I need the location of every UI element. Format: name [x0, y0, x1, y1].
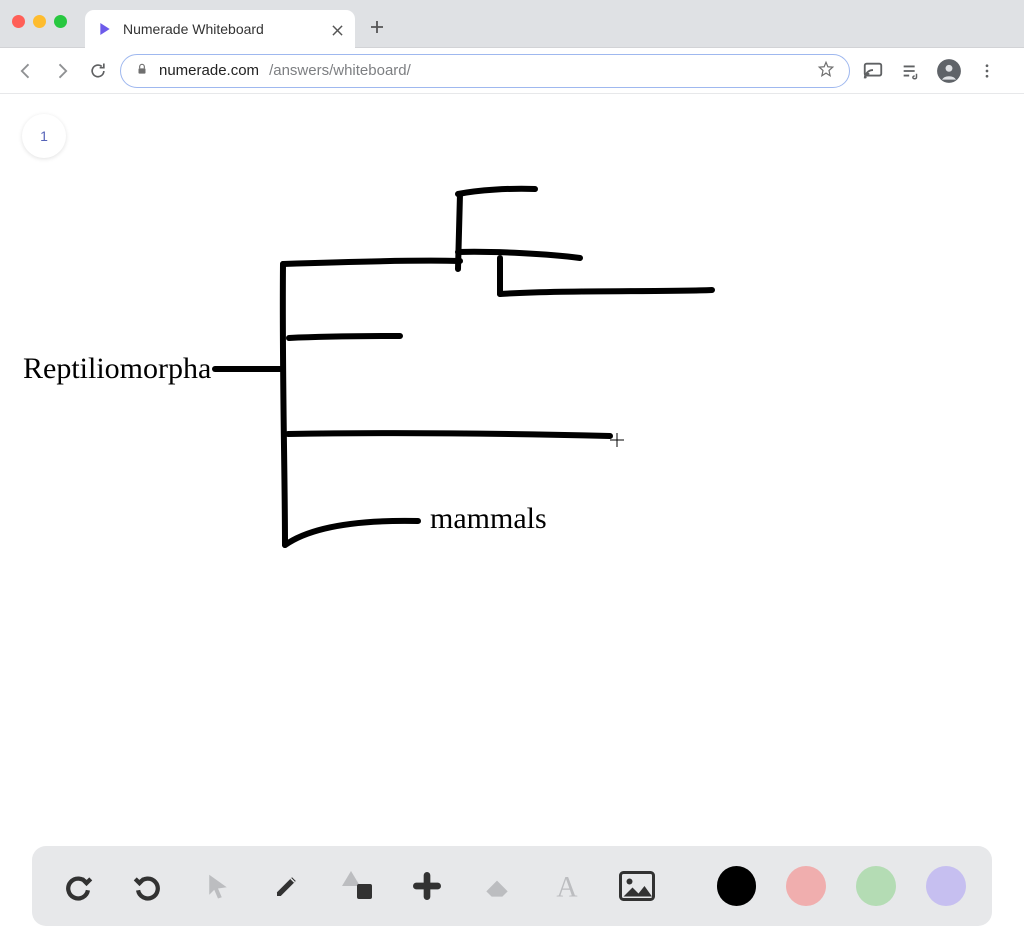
cast-icon[interactable] — [858, 56, 888, 86]
traffic-lights — [12, 15, 67, 28]
profile-avatar[interactable] — [934, 56, 964, 86]
browser-tab[interactable]: Numerade Whiteboard — [85, 10, 355, 48]
whiteboard-canvas[interactable]: 1 Reptiliomorpha m — [0, 94, 1024, 940]
kebab-menu-icon[interactable] — [972, 56, 1002, 86]
lock-icon — [135, 62, 149, 80]
address-bar[interactable]: numerade.com/answers/whiteboard/ — [120, 54, 850, 88]
undo-button[interactable] — [58, 866, 98, 906]
back-button[interactable] — [12, 57, 40, 85]
window-close-button[interactable] — [12, 15, 25, 28]
image-tool-button[interactable] — [617, 866, 657, 906]
svg-text:A: A — [556, 872, 577, 902]
tab-close-icon[interactable] — [332, 23, 343, 34]
shapes-icon — [342, 871, 372, 901]
pen-tool-button[interactable] — [268, 866, 308, 906]
color-swatch-green[interactable] — [856, 866, 896, 906]
color-swatch-black[interactable] — [717, 866, 757, 906]
label-reptiliomorpha: Reptiliomorpha — [23, 352, 211, 386]
text-tool-button[interactable]: A — [547, 866, 587, 906]
url-path: /answers/whiteboard/ — [269, 62, 411, 79]
window-maximize-button[interactable] — [54, 15, 67, 28]
crosshair-cursor-icon — [610, 433, 624, 447]
color-swatch-red[interactable] — [786, 866, 826, 906]
shapes-tool-button[interactable] — [337, 866, 377, 906]
tab-favicon — [97, 21, 113, 37]
new-tab-button[interactable] — [363, 13, 391, 41]
window-titlebar: Numerade Whiteboard — [0, 0, 1024, 48]
tab-title: Numerade Whiteboard — [123, 21, 322, 37]
browser-toolbar: numerade.com/answers/whiteboard/ — [0, 48, 1024, 94]
redo-button[interactable] — [128, 866, 168, 906]
bookmark-star-icon[interactable] — [817, 60, 835, 82]
select-tool-button[interactable] — [198, 866, 238, 906]
label-mammals: mammals — [430, 502, 547, 536]
add-button[interactable] — [407, 866, 447, 906]
reload-button[interactable] — [84, 57, 112, 85]
eraser-tool-button[interactable] — [477, 866, 517, 906]
whiteboard-toolbar: A — [32, 846, 992, 926]
window-minimize-button[interactable] — [33, 15, 46, 28]
forward-button[interactable] — [48, 57, 76, 85]
color-swatch-purple[interactable] — [926, 866, 966, 906]
url-domain: numerade.com — [159, 62, 259, 79]
media-control-icon[interactable] — [896, 56, 926, 86]
